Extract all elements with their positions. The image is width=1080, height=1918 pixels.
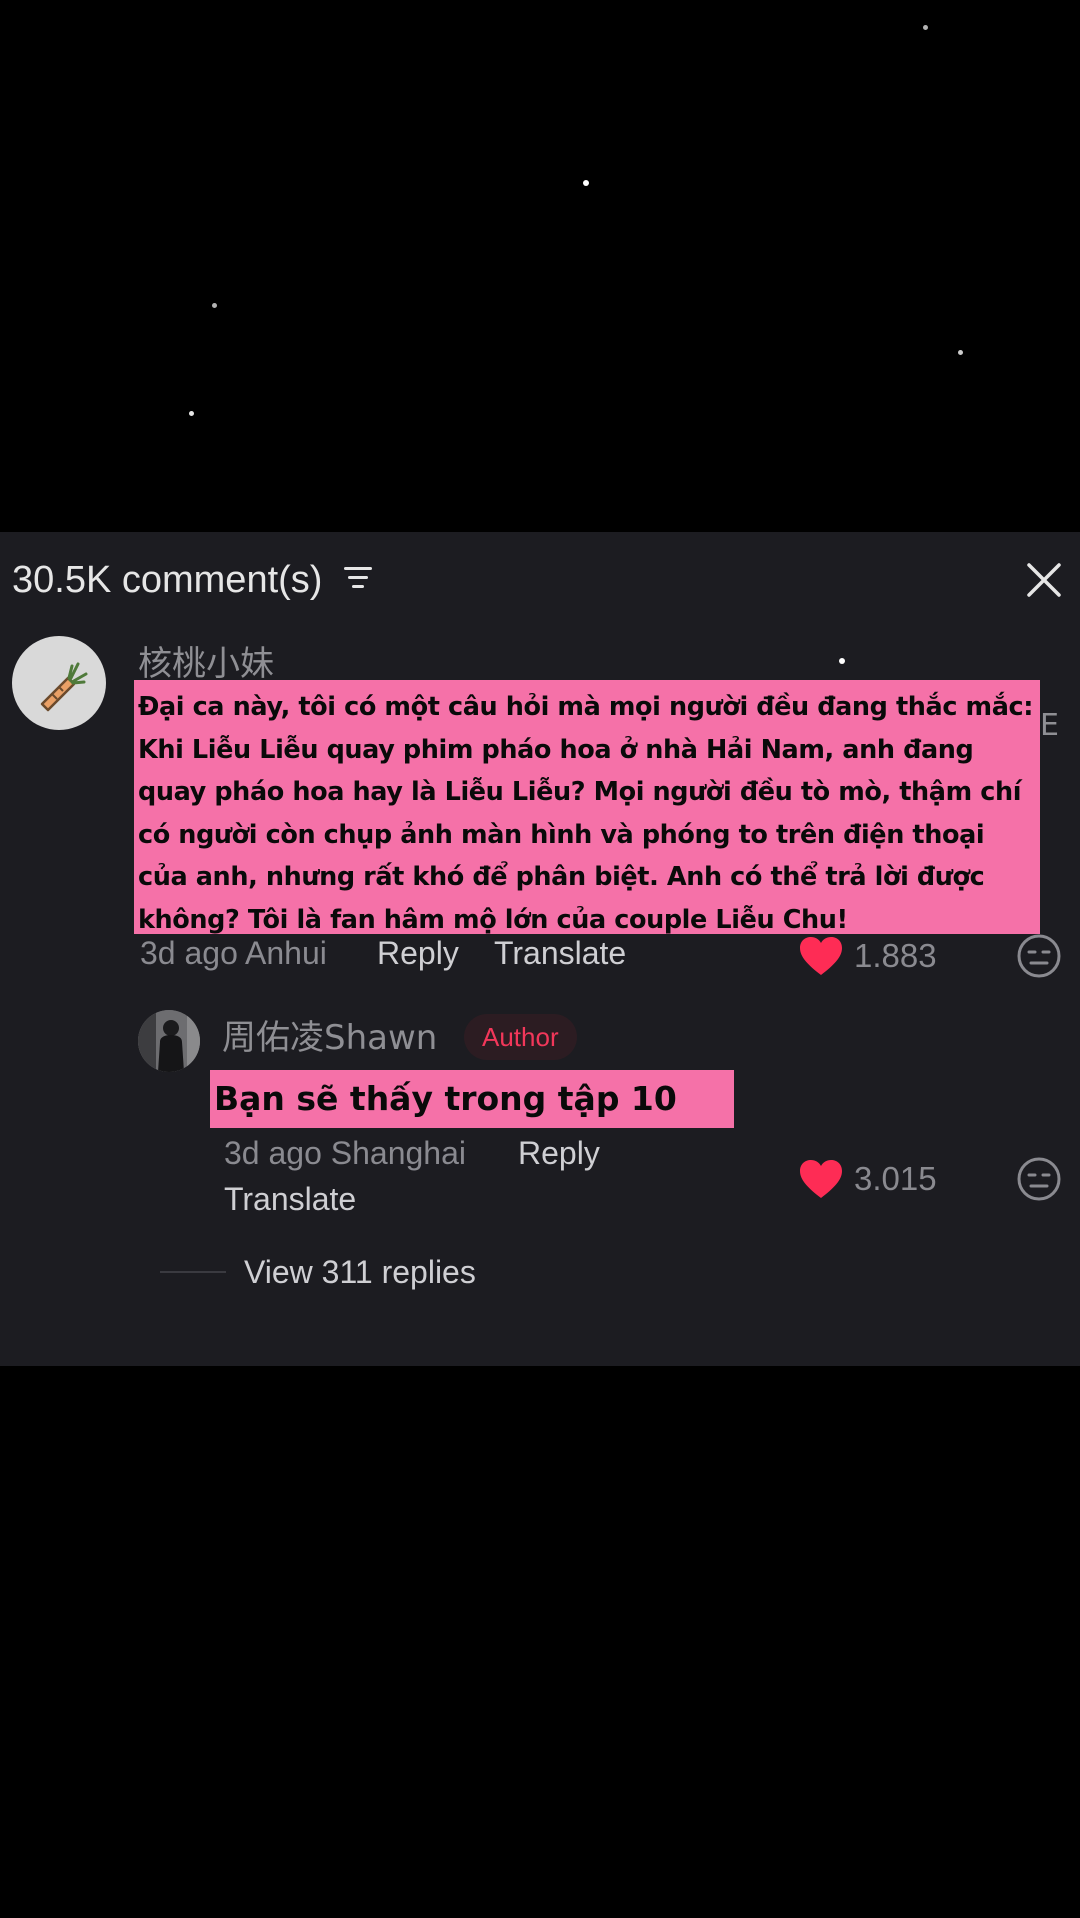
neutral-face-icon[interactable] [1016,1156,1062,1202]
carrot-icon [40,662,88,712]
replies-divider [160,1271,226,1273]
commenter-username[interactable]: 核桃小妹 [138,644,274,684]
heart-icon[interactable] [798,1158,844,1200]
truncated-edge-text: E [1040,708,1059,743]
author-badge: Author [464,1014,577,1060]
comment-count: 30.5K comment(s) [12,559,323,601]
person-photo-icon [138,1010,200,1072]
background-star [958,350,963,355]
filter-icon[interactable] [342,564,374,592]
reply-time-location: 3d ago Shanghai [224,1135,466,1171]
like-count: 1.883 [854,937,937,974]
author-username[interactable]: 周佑凌Shawn [222,1018,437,1058]
reply-button[interactable]: Reply [377,933,459,973]
reply-button[interactable]: Reply [518,1133,600,1173]
comment-text: Đại ca này, tôi có một câu hỏi mà mọi ng… [134,680,1040,934]
comment-time-location: 3d ago Anhui [140,935,327,971]
background-star [923,25,928,30]
commenter-avatar[interactable] [12,636,106,730]
reply-text: Bạn sẽ thấy trong tập 10 [210,1070,734,1128]
translate-button[interactable]: Translate [494,933,626,973]
heart-icon[interactable] [798,935,844,977]
background-star [839,658,845,664]
like-count: 3.015 [854,1160,937,1197]
close-icon[interactable] [1022,558,1066,602]
background-star [583,180,589,186]
neutral-face-icon[interactable] [1016,933,1062,979]
author-avatar[interactable] [138,1010,200,1072]
translate-button[interactable]: Translate [224,1179,356,1219]
view-replies-button[interactable]: View 311 replies [244,1252,476,1292]
background-star [212,303,217,308]
background-star [189,411,194,416]
